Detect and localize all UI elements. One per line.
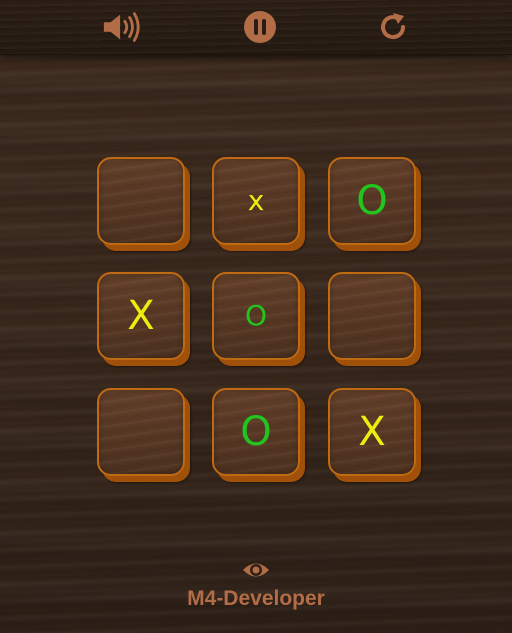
- cell-mark: O: [356, 178, 388, 224]
- cell-mark: O: [240, 409, 272, 455]
- sound-button[interactable]: [102, 9, 142, 45]
- board-cell[interactable]: X: [97, 272, 185, 360]
- cell-mark: x: [247, 184, 265, 217]
- footer: M4-Developer: [0, 559, 512, 611]
- cell-mark: O: [244, 299, 268, 332]
- speaker-volume-icon: [103, 12, 140, 42]
- top-toolbar: [0, 0, 512, 55]
- board-cell[interactable]: O: [328, 157, 416, 245]
- restart-icon: [381, 13, 406, 40]
- board-cell[interactable]: O: [212, 388, 300, 476]
- board-cell[interactable]: [97, 157, 185, 245]
- board-cell[interactable]: x: [212, 157, 300, 245]
- board-cell[interactable]: O: [212, 272, 300, 360]
- eye-icon[interactable]: [241, 559, 271, 581]
- game-board: x O X O O X: [97, 157, 429, 487]
- cell-mark: X: [358, 409, 386, 455]
- board-cell[interactable]: X: [328, 388, 416, 476]
- board-cell[interactable]: [328, 272, 416, 360]
- cell-mark: X: [127, 293, 155, 339]
- restart-button[interactable]: [373, 9, 413, 45]
- pause-icon: [244, 11, 276, 43]
- pause-button[interactable]: [240, 9, 280, 45]
- board-cell[interactable]: [97, 388, 185, 476]
- developer-credit: M4-Developer: [187, 587, 325, 610]
